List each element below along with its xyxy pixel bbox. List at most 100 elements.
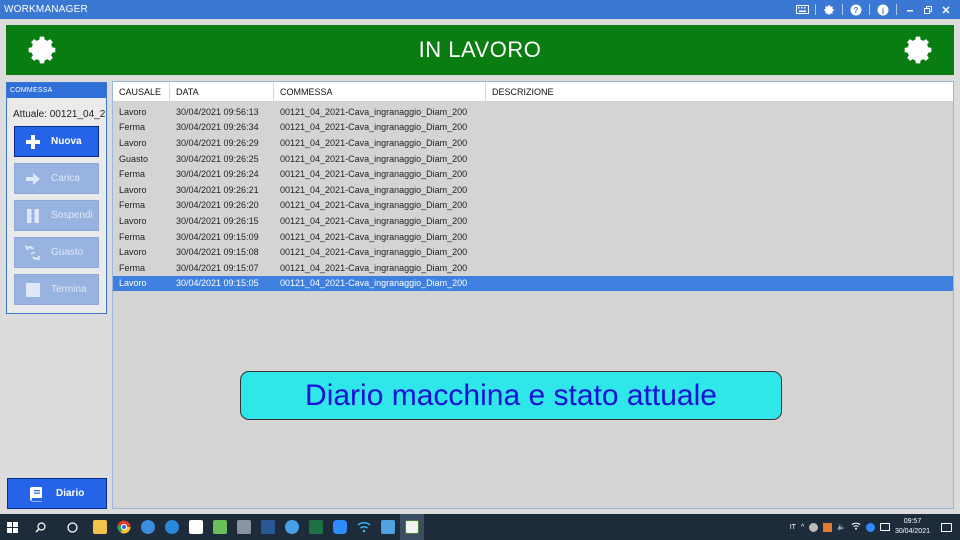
cell-commessa: 00121_04_2021-Cava_ingranaggio_Diam_200 [280,153,468,164]
guasto-button[interactable]: Guasto [14,237,99,268]
settings-gear-icon[interactable] [900,33,936,67]
broken-link-icon [19,244,47,261]
info-icon[interactable]: i [875,3,891,17]
table-row[interactable]: Lavoro 30/04/2021 09:15:08 00121_04_2021-C… [113,244,953,260]
excel-icon[interactable] [304,514,328,540]
app-icon-5[interactable] [232,514,256,540]
clock[interactable]: 09:57 30/04/2021 [895,517,930,537]
stop-icon [19,282,47,298]
table-row[interactable]: Ferma 30/04/2021 09:15:09 00121_04_2021-Ca… [113,229,953,245]
cell-data: 30/04/2021 09:26:15 [176,215,259,226]
arrow-right-icon [19,171,47,187]
help-icon[interactable]: ? [848,3,864,17]
page-title: IN LAVORO [418,37,542,62]
wifi-app-icon[interactable] [352,514,376,540]
cell-commessa: 00121_04_2021-Cava_ingranaggio_Diam_200 [280,247,468,258]
column-header-causale[interactable]: CAUSALE [113,81,170,102]
pause-icon [19,208,47,224]
carica-button-label: Carica [51,173,80,184]
settings-gear-icon[interactable] [821,3,837,17]
cell-commessa: 00121_04_2021-Cava_ingranaggio_Diam_200 [280,262,468,273]
header-bar: IN LAVORO [6,25,954,75]
app-icon-1[interactable] [136,514,160,540]
sospendi-button[interactable]: Sospendi [14,200,99,231]
settings-gear-icon[interactable] [24,33,60,67]
chevron-up-icon[interactable]: ^ [801,524,804,531]
diario-button[interactable]: Diario [7,478,107,509]
notifications-icon[interactable] [941,522,952,532]
cell-causale: Lavoro [119,106,147,117]
chat-icon[interactable] [879,523,890,531]
cell-causale: Lavoro [119,184,147,195]
cell-causale: Lavoro [119,215,147,226]
cell-commessa: 00121_04_2021-Cava_ingranaggio_Diam_200 [280,106,468,117]
tray-app-icon[interactable] [809,522,819,532]
app-icon-6[interactable] [280,514,304,540]
cell-data: 30/04/2021 09:26:20 [176,200,259,211]
cell-data: 30/04/2021 09:26:21 [176,184,259,195]
windows-start-icon[interactable] [0,514,24,540]
file-explorer-icon[interactable] [88,514,112,540]
current-commessa-label: Attuale: 00121_04_2 [13,109,106,120]
clock-time: 09:57 [903,518,922,525]
window-controls: ? i [794,3,960,17]
language-indicator[interactable]: IT [790,524,796,531]
table-body: Lavoro 30/04/2021 09:56:13 00121_04_2021-C… [113,102,953,292]
column-header-descrizione[interactable]: DESCRIZIONE [486,82,886,102]
network-icon[interactable] [823,522,833,532]
table-row[interactable]: Lavoro 30/04/2021 09:56:13 00121_04_2021-C… [113,104,953,120]
cell-data: 30/04/2021 09:15:07 [176,262,259,273]
column-header-commessa[interactable]: COMMESSA [274,81,486,102]
cell-data: 30/04/2021 09:56:13 [176,106,259,117]
table-row[interactable]: Lavoro 30/04/2021 09:26:21 00121_04_2021-C… [113,182,953,198]
cell-data: 30/04/2021 09:26:24 [176,169,259,180]
termina-button[interactable]: Termina [14,274,99,305]
app-icon-2[interactable] [160,514,184,540]
taskbar: IT ^ 🔈 09:57 30/04/2021 [0,514,960,540]
book-icon [22,486,50,502]
chrome-icon[interactable] [112,514,136,540]
tray-app-icon-2[interactable] [865,522,875,532]
close-icon[interactable] [938,3,954,17]
zoom-icon[interactable] [328,514,352,540]
cell-causale: Lavoro [119,247,147,258]
task-view-icon[interactable] [56,514,88,540]
cell-commessa: 00121_04_2021-Cava_ingranaggio_Diam_200 [280,231,468,242]
cell-causale: Ferma [119,231,146,242]
termina-button-label: Termina [51,284,87,295]
table-row[interactable]: Ferma 30/04/2021 09:26:24 00121_04_2021-Ca… [113,166,953,182]
table-row[interactable]: Ferma 30/04/2021 09:15:07 00121_04_2021-Ca… [113,260,953,276]
table-row[interactable]: Ferma 30/04/2021 09:26:34 00121_04_2021-Ca… [113,120,953,136]
keyboard-icon[interactable] [794,3,810,17]
title-bar: WORKMANAGER ? i [0,0,960,19]
app-title: WORKMANAGER [4,4,88,15]
search-icon[interactable] [24,514,56,540]
guasto-button-label: Guasto [51,247,84,258]
cell-commessa: 00121_04_2021-Cava_ingranaggio_Diam_200 [280,215,468,226]
column-header-data[interactable]: DATA [170,81,274,102]
table-row[interactable]: Lavoro 30/04/2021 09:26:15 00121_04_2021-C… [113,213,953,229]
minimize-icon[interactable] [902,3,918,17]
app-icon-3[interactable] [184,514,208,540]
table-row[interactable]: Lavoro 30/04/2021 09:15:05 00121_04_2021-C… [113,275,953,292]
word-icon[interactable] [256,514,280,540]
cell-causale: Guasto [119,153,149,164]
wifi-icon[interactable] [851,522,861,532]
cell-data: 30/04/2021 09:15:05 [176,278,259,289]
table-row[interactable]: Guasto 30/04/2021 09:26:25 00121_04_2021-C… [113,151,953,167]
cell-commessa: 00121_04_2021-Cava_ingranaggio_Diam_200 [280,278,468,289]
app-icon-4[interactable] [208,514,232,540]
cell-causale: Lavoro [119,278,147,289]
restore-icon[interactable] [920,3,936,17]
volume-icon[interactable]: 🔈 [837,523,846,531]
carica-button[interactable]: Carica [14,163,99,194]
table-row[interactable]: Lavoro 30/04/2021 09:26:29 00121_04_2021-C… [113,135,953,151]
cell-causale: Ferma [119,200,146,211]
table-row[interactable]: Ferma 30/04/2021 09:26:20 00121_04_2021-Ca… [113,198,953,214]
photos-icon[interactable] [376,514,400,540]
nuova-button[interactable]: Nuova [14,126,99,157]
diario-table: CAUSALE DATA COMMESSA DESCRIZIONE Lavoro… [112,81,954,509]
cell-commessa: 00121_04_2021-Cava_ingranaggio_Diam_200 [280,200,468,211]
cell-data: 30/04/2021 09:15:08 [176,247,259,258]
workmanager-app-icon[interactable] [400,514,424,540]
